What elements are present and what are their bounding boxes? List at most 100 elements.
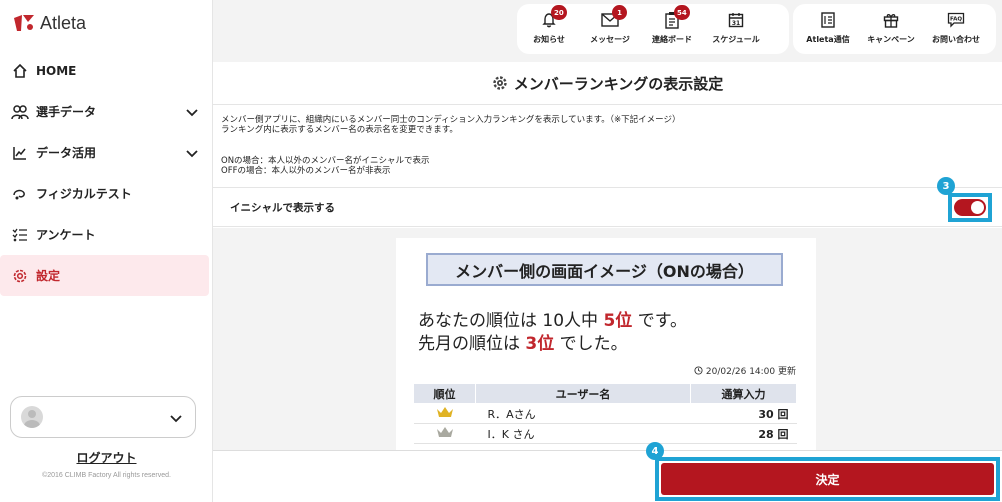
tool-label: Atleta通信 xyxy=(806,35,850,44)
faq-text: FAQ xyxy=(950,17,962,23)
board-button[interactable]: 54 連絡ボード xyxy=(643,5,701,45)
tool-label: お知らせ xyxy=(533,35,565,44)
faq-icon: FAQ xyxy=(946,10,966,30)
sidebar-nav: HOME 選手データ データ活用 フィジカルテスト アンケート 設定 xyxy=(0,50,213,296)
column-header: 通算入力 xyxy=(690,383,797,404)
avatar xyxy=(21,406,43,428)
last-month-rank: 3位 xyxy=(525,334,555,354)
sidebar-item-survey[interactable]: アンケート xyxy=(0,214,213,255)
mail-icon: 1 xyxy=(600,5,627,30)
rank-text: あなたの順位は 10人中 xyxy=(418,311,604,331)
schedule-button[interactable]: 31 スケジュール xyxy=(701,10,771,45)
current-rank: 5位 xyxy=(603,311,633,331)
description-line: ランキング内に表示するメンバー名の表示名を変更できます。 xyxy=(221,125,458,135)
brand-name: Atleta xyxy=(40,12,87,33)
ranking-table: 順位 ユーザー名 通算入力 R．Aさん 30 回 I．K さん 28 回 xyxy=(413,383,797,444)
on-off-description: ONの場合：本人以外のメンバー名がイニシャルで表示 OFFの場合：本人以外のメン… xyxy=(221,156,430,176)
submit-highlight-box: 決定 xyxy=(655,457,1000,501)
survey-list-icon xyxy=(10,225,30,245)
toolbar-group-info: Atleta通信 キャンペーン FAQ お問い合わせ xyxy=(793,4,996,54)
users-icon xyxy=(10,102,30,122)
last-month-rank-line: 先月の順位は 3位 でした。 xyxy=(418,329,628,354)
chevron-down-icon[interactable] xyxy=(167,409,185,427)
brand-logo[interactable]: Atleta xyxy=(12,12,86,34)
step-number-3: 3 xyxy=(937,177,955,195)
column-header: 順位 xyxy=(413,383,476,404)
table-row: I．K さん 28 回 xyxy=(413,423,797,444)
campaign-button[interactable]: キャンペーン xyxy=(859,10,923,45)
tool-label: お問い合わせ xyxy=(932,35,980,44)
rank-cell xyxy=(413,403,476,424)
submit-button[interactable]: 決定 xyxy=(661,463,994,495)
messages-button[interactable]: 1 メッセージ xyxy=(577,5,643,45)
logout-link[interactable]: ログアウト xyxy=(0,449,213,466)
calendar-icon: 31 xyxy=(726,10,746,30)
sidebar-item-data-usage[interactable]: データ活用 xyxy=(0,132,213,173)
clipboard-icon: 54 xyxy=(662,5,690,30)
toolbar-group-main: 20 お知らせ 1 メッセージ 54 連絡ボード 31 スケジュール xyxy=(517,4,789,54)
notifications-button[interactable]: 20 お知らせ xyxy=(521,5,577,45)
newsletter-icon xyxy=(818,10,838,30)
rank-text: 先月の順位は xyxy=(418,334,526,354)
top-toolbar: 20 お知らせ 1 メッセージ 54 連絡ボード 31 スケジュール Atlet… xyxy=(213,0,1002,62)
current-rank-line: あなたの順位は 10人中 5位 です。 xyxy=(418,306,687,331)
initial-display-setting: イニシャルで表示する 3 xyxy=(213,177,1002,227)
sidebar-item-label: アンケート xyxy=(36,228,96,242)
sidebar-item-physical-test[interactable]: フィジカルテスト xyxy=(0,173,213,214)
chart-line-icon xyxy=(10,143,30,163)
sidebar-item-label: フィジカルテスト xyxy=(36,187,132,201)
sidebar-item-label: HOME xyxy=(36,63,77,78)
sidebar-item-settings[interactable]: 設定 xyxy=(0,255,209,296)
table-header-row: 順位 ユーザー名 通算入力 xyxy=(413,383,797,404)
sidebar-item-label: 設定 xyxy=(36,269,61,283)
column-header: ユーザー名 xyxy=(475,383,691,404)
copyright: ©2016 CLIMB Factory All rights reserved. xyxy=(42,472,171,479)
off-description: OFFの場合：本人以外のメンバー名が非表示 xyxy=(221,166,391,176)
tool-label: キャンペーン xyxy=(867,35,915,44)
toggle-label: イニシャルで表示する xyxy=(230,201,335,214)
page-title: メンバーランキングの表示設定 xyxy=(213,62,1002,105)
score-cell: 28 回 xyxy=(690,423,797,444)
rank-text: です。 xyxy=(632,311,688,331)
preview-title: メンバー側の画面イメージ（ONの場合） xyxy=(426,253,783,286)
notification-badge: 20 xyxy=(551,5,567,20)
description: メンバー側アプリに、組織内にいるメンバー同士のコンディション入力ランキングを表示… xyxy=(221,115,681,135)
chevron-down-icon[interactable] xyxy=(183,144,201,162)
bell-icon: 20 xyxy=(539,5,567,30)
page-title-text: メンバーランキングの表示設定 xyxy=(513,74,724,93)
clock-icon xyxy=(694,366,703,375)
sidebar-item-label: データ活用 xyxy=(36,146,97,160)
sidebar: Atleta HOME 選手データ データ活用 フィジカルテスト アンケート 設… xyxy=(0,0,213,502)
user-menu[interactable] xyxy=(10,396,196,438)
initial-display-toggle[interactable] xyxy=(954,199,986,216)
tool-label: スケジュール xyxy=(712,35,760,44)
calendar-day: 31 xyxy=(732,20,740,27)
table-row: R．Aさん 30 回 xyxy=(413,403,797,424)
chevron-down-icon[interactable] xyxy=(183,103,201,121)
rank-cell xyxy=(413,423,476,444)
contact-button[interactable]: FAQ お問い合わせ xyxy=(923,10,989,45)
updated-text: 20/02/26 14:00 更新 xyxy=(705,367,796,377)
sidebar-item-label: 選手データ xyxy=(36,105,97,119)
atleta-logo-icon xyxy=(14,15,34,31)
home-icon xyxy=(10,61,30,81)
sidebar-item-home[interactable]: HOME xyxy=(0,50,213,91)
newsletter-button[interactable]: Atleta通信 xyxy=(797,10,859,45)
updated-timestamp: 20/02/26 14:00 更新 xyxy=(694,364,796,377)
sidebar-item-player-data[interactable]: 選手データ xyxy=(0,91,213,132)
tool-label: 連絡ボード xyxy=(652,35,692,44)
score-cell: 30 回 xyxy=(690,403,797,424)
message-badge: 1 xyxy=(612,5,627,20)
user-name-cell: R．Aさん xyxy=(475,403,691,424)
tool-label: メッセージ xyxy=(590,35,630,44)
physical-test-icon xyxy=(10,184,30,204)
toggle-highlight-box xyxy=(948,193,992,222)
board-badge: 54 xyxy=(674,5,690,20)
preview-card: メンバー側の画面イメージ（ONの場合） あなたの順位は 10人中 5位 です。 … xyxy=(396,238,816,450)
gear-icon xyxy=(10,266,30,286)
rank-text: でした。 xyxy=(554,334,628,354)
description-line: メンバー側アプリに、組織内にいるメンバー同士のコンディション入力ランキングを表示… xyxy=(221,115,681,125)
preview-area: メンバー側の画面イメージ（ONの場合） あなたの順位は 10人中 5位 です。 … xyxy=(213,228,1002,450)
settings-panel: メンバーランキングの表示設定 メンバー側アプリに、組織内にいるメンバー同士のコン… xyxy=(213,62,1002,450)
user-name-cell: I．K さん xyxy=(475,423,691,444)
